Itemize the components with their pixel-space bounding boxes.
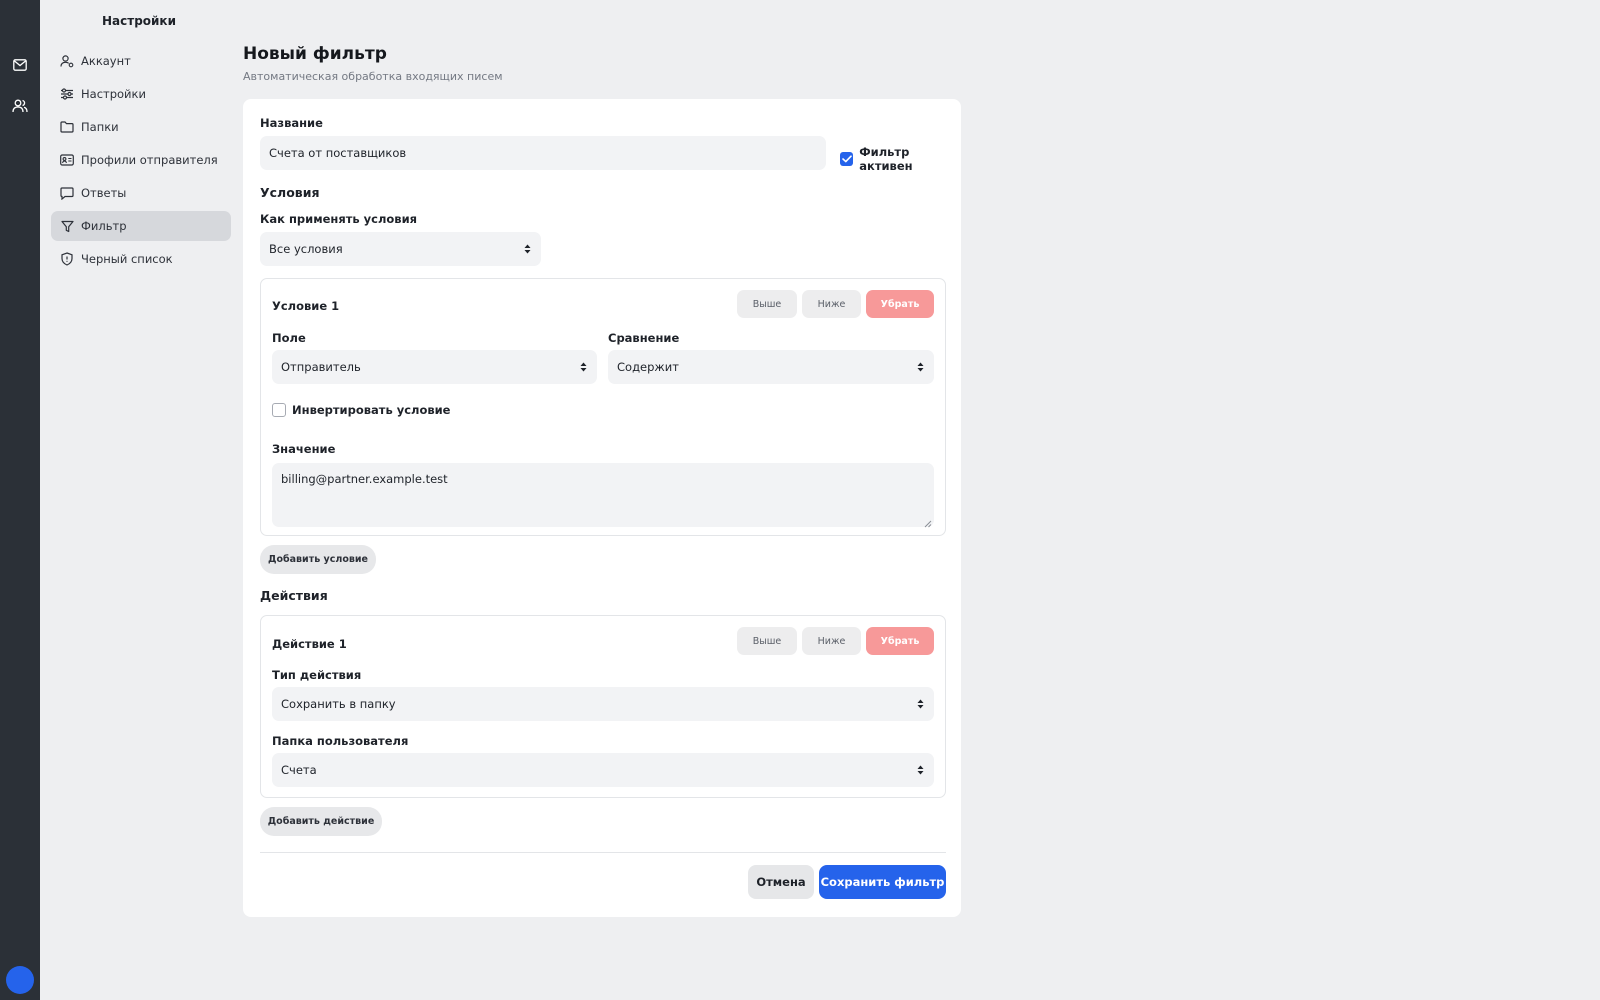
sidebar-item-label: Папки <box>81 120 119 134</box>
condition-field-value: Отправитель <box>281 360 361 374</box>
apply-mode-value: Все условия <box>269 242 343 256</box>
select-caret-icon <box>524 243 531 255</box>
condition-field-select[interactable]: Отправитель <box>272 350 597 384</box>
compare-label: Сравнение <box>608 331 680 345</box>
folder-icon <box>60 120 74 134</box>
filter-form-card: Название Счета от поставщиков Фильтр акт… <box>243 99 961 917</box>
add-action-button[interactable]: Добавить действие <box>260 807 382 836</box>
sidebar-item-filter[interactable]: Фильтр <box>51 211 231 241</box>
users-icon[interactable] <box>10 96 30 116</box>
sidebar-item-folders[interactable]: Папки <box>51 112 231 142</box>
apply-mode-label: Как применять условия <box>260 212 418 226</box>
value-label: Значение <box>272 442 336 456</box>
user-folder-value: Счета <box>281 763 317 777</box>
sidebar-item-label: Черный список <box>81 252 173 266</box>
action-type-select[interactable]: Сохранить в папку <box>272 687 934 721</box>
action-block: Действие 1 Выше Ниже Убрать Тип действия… <box>260 615 946 798</box>
condition-value-text: billing@partner.example.test <box>281 472 448 486</box>
condition-move-up-button[interactable]: Выше <box>737 290 797 318</box>
action-type-value: Сохранить в папку <box>281 697 396 711</box>
sidebar-item-label: Фильтр <box>81 219 127 233</box>
add-condition-button[interactable]: Добавить условие <box>260 545 376 574</box>
name-input[interactable]: Счета от поставщиков <box>260 136 826 170</box>
checkbox-checked-icon <box>840 152 854 166</box>
save-filter-button[interactable]: Сохранить фильтр <box>819 865 946 899</box>
condition-compare-value: Содержит <box>617 360 679 374</box>
user-icon <box>60 54 74 68</box>
page-subtitle: Автоматическая обработка входящих писем <box>243 70 503 83</box>
id-card-icon <box>60 153 74 167</box>
settings-sidebar: Настройки Аккаунт Настройки Папки Профил… <box>40 0 238 1000</box>
condition-move-down-button[interactable]: Ниже <box>802 290 861 318</box>
condition-value-textarea[interactable]: billing@partner.example.test <box>272 463 934 528</box>
shield-icon <box>60 252 74 266</box>
sidebar-item-settings[interactable]: Настройки <box>51 79 231 109</box>
select-caret-icon <box>580 361 587 373</box>
select-caret-icon <box>917 361 924 373</box>
invert-condition-label: Инвертировать условие <box>292 403 451 417</box>
name-label: Название <box>260 116 323 130</box>
sidebar-item-label: Ответы <box>81 186 127 200</box>
condition-remove-button[interactable]: Убрать <box>866 290 934 318</box>
condition-compare-select[interactable]: Содержит <box>608 350 934 384</box>
select-caret-icon <box>917 764 924 776</box>
app-rail <box>0 0 40 1000</box>
checkbox-unchecked-icon <box>272 403 286 417</box>
sliders-icon <box>60 87 74 101</box>
action-type-label: Тип действия <box>272 668 362 682</box>
field-label: Поле <box>272 331 306 345</box>
sidebar-item-account[interactable]: Аккаунт <box>51 46 231 76</box>
cancel-button[interactable]: Отмена <box>748 865 814 899</box>
condition-block: Условие 1 Выше Ниже Убрать Поле Отправит… <box>260 278 946 536</box>
sidebar-title: Настройки <box>101 14 176 28</box>
action-remove-button[interactable]: Убрать <box>866 627 934 655</box>
sidebar-item-replies[interactable]: Ответы <box>51 178 231 208</box>
avatar[interactable] <box>6 966 34 994</box>
page-title: Новый фильтр <box>243 44 387 64</box>
sidebar-item-label: Настройки <box>81 87 146 101</box>
action-move-up-button[interactable]: Выше <box>737 627 797 655</box>
select-caret-icon <box>917 698 924 710</box>
filter-icon <box>60 219 74 233</box>
sidebar-item-label: Профили отправителя <box>81 153 218 167</box>
sidebar-item-sender-profiles[interactable]: Профили отправителя <box>51 145 231 175</box>
sidebar-item-blacklist[interactable]: Черный список <box>51 244 231 274</box>
condition-title: Условие 1 <box>272 299 340 313</box>
action-move-down-button[interactable]: Ниже <box>802 627 861 655</box>
user-folder-label: Папка пользователя <box>272 734 409 748</box>
chat-icon <box>60 186 74 200</box>
apply-mode-select[interactable]: Все условия <box>260 232 541 266</box>
invert-condition-checkbox[interactable]: Инвертировать условие <box>272 403 450 417</box>
action-title: Действие 1 <box>272 637 347 651</box>
user-folder-select[interactable]: Счета <box>272 753 934 787</box>
resize-handle-icon[interactable] <box>924 517 932 528</box>
footer-divider <box>260 852 946 853</box>
sidebar-item-label: Аккаунт <box>81 54 131 68</box>
filter-active-label: Фильтр активен <box>859 145 913 173</box>
filter-active-checkbox[interactable]: Фильтр активен <box>840 145 961 173</box>
mail-icon[interactable] <box>10 55 30 75</box>
conditions-heading: Условия <box>260 185 320 200</box>
actions-heading: Действия <box>260 588 328 603</box>
